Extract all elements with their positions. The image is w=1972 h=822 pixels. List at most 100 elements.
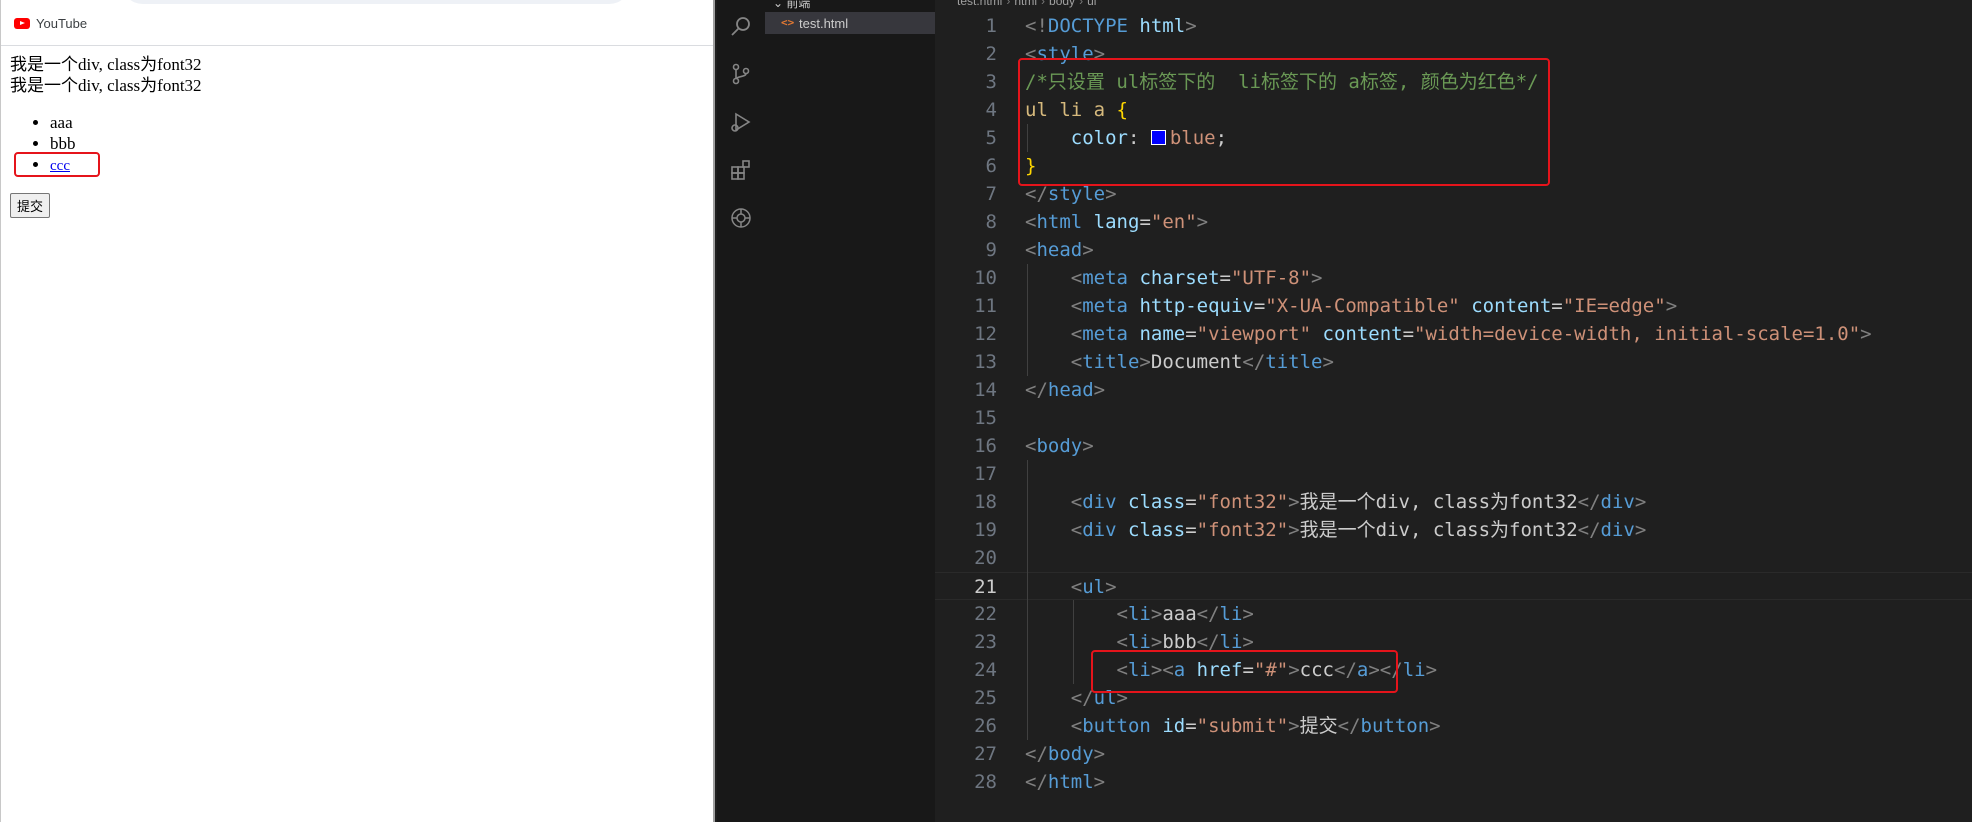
- code-editor[interactable]: test.html › html › body › ul 1 <!DOCTYPE html> 2…: [935, 0, 1972, 822]
- breadcrumb: test.html › html › body › ul: [957, 0, 1096, 8]
- line-number: 5: [985, 127, 997, 149]
- breadcrumb-item[interactable]: ul: [1087, 0, 1096, 8]
- line-number: 11: [974, 295, 997, 317]
- code-line[interactable]: 24 <li><a href="#">ccc</a></li>: [935, 656, 1972, 684]
- line-number: 21: [974, 576, 997, 598]
- line-text: </html>: [1025, 771, 1106, 793]
- indent-guide: [1073, 600, 1074, 684]
- indent-guide: [1027, 460, 1028, 740]
- code-line[interactable]: 5 color: blue;: [935, 124, 1972, 152]
- line-text: <meta charset="UTF-8">: [1070, 267, 1323, 289]
- code-line[interactable]: 8 <html lang="en">: [935, 208, 1972, 236]
- page-div-1: 我是一个div, class为font32: [10, 55, 202, 74]
- line-text: /*只设置 ul标签下的 li标签下的 a标签, 颜色为红色*/: [1025, 71, 1539, 93]
- openai-icon[interactable]: [729, 206, 753, 230]
- code-line[interactable]: 28 </html>: [935, 768, 1972, 796]
- line-text: <li>bbb</li>: [1116, 631, 1254, 653]
- code-line[interactable]: 6}: [935, 152, 1972, 180]
- line-number: 14: [974, 379, 997, 401]
- line-number: 12: [974, 323, 997, 345]
- html-file-icon: <>: [781, 16, 795, 29]
- code-line[interactable]: 14 </head>: [935, 376, 1972, 404]
- list-item: aaa: [50, 112, 202, 133]
- line-number: 6: [985, 155, 997, 177]
- line-number: 25: [974, 687, 997, 709]
- code-line[interactable]: 16 <body>: [935, 432, 1972, 460]
- line-number: 4: [985, 99, 997, 121]
- search-icon[interactable]: [729, 14, 753, 38]
- bookmark-youtube[interactable]: YouTube: [14, 16, 87, 31]
- extensions-icon[interactable]: [729, 158, 753, 182]
- line-text: </body>: [1025, 743, 1106, 765]
- address-bar[interactable]: [121, 0, 631, 4]
- code-line[interactable]: 10 <meta charset="UTF-8">: [935, 264, 1972, 292]
- code-line[interactable]: 13 <title>Document</title>: [935, 348, 1972, 376]
- line-number: 1: [985, 15, 997, 37]
- line-number: 13: [974, 351, 997, 373]
- line-text: </style>: [1025, 183, 1117, 205]
- file-item-test-html[interactable]: <> test.html: [765, 12, 935, 34]
- code-line[interactable]: 25 </ul>: [935, 684, 1972, 712]
- line-text: <head>: [1025, 239, 1094, 261]
- activity-bar: [717, 0, 765, 822]
- code-line[interactable]: 1 <!DOCTYPE html>: [935, 12, 1972, 40]
- breadcrumb-item[interactable]: test.html: [957, 0, 1002, 8]
- code-line[interactable]: 27 </body>: [935, 740, 1972, 768]
- file-name: test.html: [799, 16, 849, 31]
- code-line[interactable]: 15: [935, 404, 1972, 432]
- browser-pane: YouTube 我是一个div, class为font32 我是一个div, c…: [0, 0, 715, 822]
- line-text: <li><a href="#">ccc</a></li>: [1116, 659, 1438, 681]
- code-line[interactable]: 18 <div class="font32">我是一个div, class为fo…: [935, 488, 1972, 516]
- folder-name: 前端: [786, 0, 811, 10]
- code-line[interactable]: 26 <button id="submit">提交</button>: [935, 712, 1972, 740]
- code-line[interactable]: 22 <li>aaa</li>: [935, 600, 1972, 628]
- code-line[interactable]: 2 <style>: [935, 40, 1972, 68]
- breadcrumb-item[interactable]: body: [1049, 0, 1075, 8]
- list-link-ccc[interactable]: ccc: [50, 158, 70, 174]
- run-debug-icon[interactable]: [729, 110, 753, 134]
- line-number: 7: [985, 183, 997, 205]
- line-text: <button id="submit">提交</button>: [1070, 715, 1441, 737]
- color-swatch[interactable]: [1150, 130, 1166, 145]
- line-text: color: blue;: [1070, 127, 1228, 149]
- code-line[interactable]: 19 <div class="font32">我是一个div, class为fo…: [935, 516, 1972, 544]
- list-item: ccc: [50, 154, 202, 177]
- line-text: <div class="font32">我是一个div, class为font3…: [1070, 519, 1647, 541]
- line-text: <div class="font32">我是一个div, class为font3…: [1070, 491, 1647, 513]
- bookmark-label: YouTube: [36, 16, 88, 31]
- line-text: <style>: [1025, 43, 1106, 65]
- line-number: 8: [985, 211, 997, 233]
- code-line[interactable]: 9 <head>: [935, 236, 1972, 264]
- line-number: 23: [974, 631, 997, 653]
- code-line[interactable]: 20: [935, 544, 1972, 572]
- code-line[interactable]: 4 ul li a {: [935, 96, 1972, 124]
- line-text: <meta name="viewport" content="width=dev…: [1070, 323, 1872, 345]
- code-line[interactable]: 23 <li>bbb</li>: [935, 628, 1972, 656]
- code-line[interactable]: 12 <meta name="viewport" content="width=…: [935, 320, 1972, 348]
- submit-button[interactable]: 提交: [10, 193, 51, 218]
- line-number: 2: [985, 43, 997, 65]
- line-text: </ul>: [1070, 687, 1128, 709]
- breadcrumb-item[interactable]: html: [1014, 0, 1037, 8]
- code-line[interactable]: 7 </style>: [935, 180, 1972, 208]
- line-text: </head>: [1025, 379, 1106, 401]
- code-line[interactable]: 17: [935, 460, 1972, 488]
- list-item: bbb: [50, 133, 202, 154]
- line-number: 17: [974, 463, 997, 485]
- line-number: 15: [974, 407, 997, 429]
- rendered-page: 我是一个div, class为font32 我是一个div, class为fon…: [10, 54, 202, 218]
- code-line[interactable]: 11 <meta http-equiv="X-UA-Compatible" co…: [935, 292, 1972, 320]
- line-number: 22: [974, 603, 997, 625]
- line-text: ul li a {: [1025, 99, 1128, 121]
- line-text: <meta http-equiv="X-UA-Compatible" conte…: [1070, 295, 1678, 317]
- line-number: 9: [985, 239, 997, 261]
- folder-label[interactable]: ⌄ 前端: [773, 0, 810, 11]
- code-line[interactable]: 3 /*只设置 ul标签下的 li标签下的 a标签, 颜色为红色*/: [935, 68, 1972, 96]
- source-control-icon[interactable]: [729, 62, 753, 86]
- code-line[interactable]: 21 <ul>: [935, 572, 1972, 600]
- line-text: <title>Document</title>: [1070, 351, 1334, 373]
- line-number: 28: [974, 771, 997, 793]
- code-area[interactable]: 1 <!DOCTYPE html> 2 <style> 3 /*只设置 ul标签下的 li…: [935, 12, 1972, 796]
- line-text: <body>: [1025, 435, 1094, 457]
- indent-guide: [1027, 124, 1028, 152]
